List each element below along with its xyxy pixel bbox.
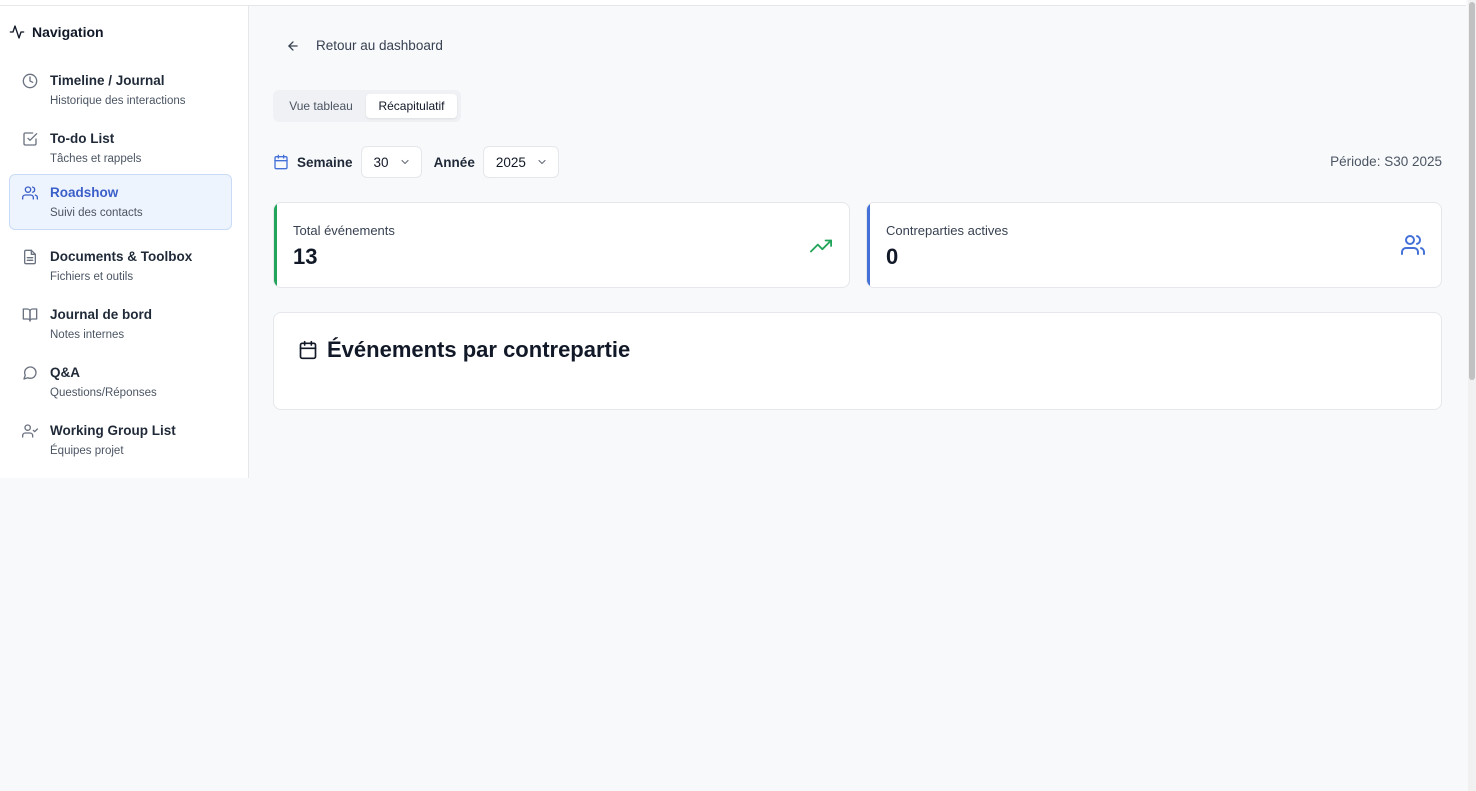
period-filters: Semaine 30 Année 2025 (273, 146, 559, 178)
week-select[interactable]: 30 (360, 146, 422, 178)
sidebar-item-subtitle: Fichiers et outils (50, 271, 134, 283)
users-icon (1401, 235, 1425, 255)
trending-up-icon (810, 239, 832, 253)
sidebar-item-label: Roadshow (50, 185, 119, 200)
checkbox-icon (23, 132, 38, 146)
stat-value: 0 (886, 244, 899, 269)
sidebar-item-subtitle: Suivi des contacts (50, 207, 143, 219)
stat-title: Total événements (293, 223, 395, 238)
panel-title: Événements par contrepartie (327, 337, 631, 362)
calendar-icon (299, 340, 317, 360)
sidebar-item-journal-de-bord[interactable]: Journal de bord Notes internes (9, 298, 232, 354)
clock-icon (22, 73, 38, 89)
users-icon (22, 186, 38, 200)
sidebar-item-subtitle: Tâches et rappels (50, 153, 142, 165)
stat-card-total-events: Total événements 13 (273, 202, 850, 288)
stat-card-accent-bar (274, 203, 277, 287)
arrow-left-icon (288, 40, 298, 51)
sidebar-item-subtitle: Équipes projet (50, 445, 124, 457)
chat-bubble-icon (23, 366, 37, 380)
calendar-icon (274, 154, 288, 170)
activity-icon (9, 25, 25, 39)
sidebar-item-label: To-do List (50, 131, 115, 146)
year-label: Année (433, 154, 475, 170)
back-to-dashboard-link[interactable]: Retour au dashboard (286, 38, 443, 53)
sidebar-item-qa[interactable]: Q&A Questions/Réponses (9, 356, 232, 412)
back-label: Retour au dashboard (316, 38, 443, 53)
chevron-down-icon (400, 159, 409, 165)
sidebar-item-subtitle: Historique des interactions (50, 95, 186, 107)
document-icon (24, 249, 36, 265)
events-by-counterparty-panel: Événements par contrepartie (273, 312, 1442, 410)
panel-header: Événements par contrepartie (298, 337, 630, 363)
sidebar-item-working-group[interactable]: Working Group List Équipes projet (9, 414, 232, 470)
sidebar-header: Navigation (9, 24, 104, 40)
chevron-down-icon (538, 159, 546, 165)
sidebar-title: Navigation (32, 24, 104, 40)
week-value: 30 (373, 154, 389, 170)
stat-card-accent-bar (867, 203, 870, 287)
tab-vue-tableau[interactable]: Vue tableau (278, 94, 364, 118)
sidebar-item-label: Working Group List (50, 423, 176, 438)
tab-recapitulatif[interactable]: Récapitulatif (366, 94, 457, 118)
stat-card-active-counterparties: Contreparties actives 0 (866, 202, 1442, 288)
sidebar-item-label: Timeline / Journal (50, 73, 165, 88)
sidebar-item-subtitle: Notes internes (50, 329, 125, 341)
sidebar-item-label: Q&A (50, 365, 80, 380)
sidebar-item-label: Journal de bord (50, 307, 153, 322)
sidebar-item-label: Documents & Toolbox (50, 249, 193, 264)
scrollbar-thumb[interactable] (1469, 2, 1475, 380)
year-value: 2025 (495, 154, 526, 170)
sidebar-item-roadshow[interactable]: Roadshow Suivi des contacts (9, 174, 232, 230)
user-check-icon (22, 424, 38, 438)
book-icon (22, 308, 38, 322)
stat-title: Contreparties actives (886, 223, 1009, 238)
sidebar: Navigation Timeline / Journal Historique… (0, 6, 249, 478)
sidebar-item-subtitle: Questions/Réponses (50, 387, 157, 399)
sidebar-item-todo[interactable]: To-do List Tâches et rappels (9, 122, 232, 178)
week-label: Semaine (297, 154, 353, 170)
view-tabs: Vue tableau Récapitulatif (273, 90, 461, 122)
year-select[interactable]: 2025 (482, 146, 559, 178)
page-scrollbar[interactable] (1468, 0, 1476, 791)
stat-value: 13 (293, 244, 318, 269)
sidebar-item-timeline[interactable]: Timeline / Journal Historique des intera… (9, 64, 232, 120)
period-summary: Période: S30 2025 (1330, 154, 1442, 169)
sidebar-item-documents[interactable]: Documents & Toolbox Fichiers et outils (9, 240, 232, 296)
